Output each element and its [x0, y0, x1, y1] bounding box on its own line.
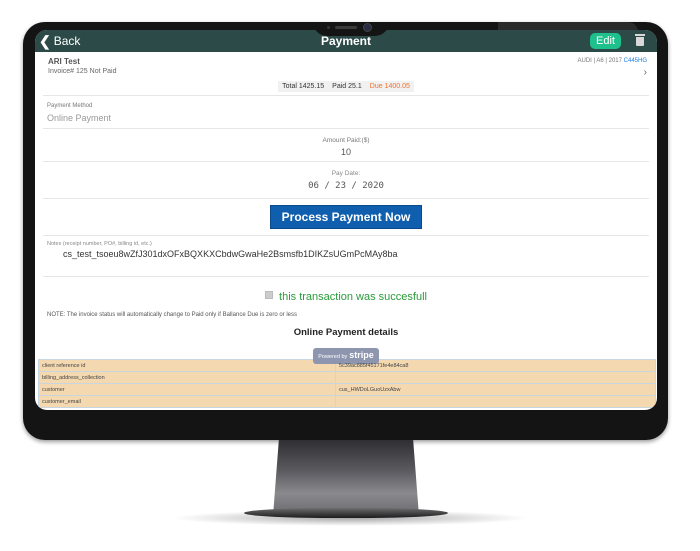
- amount-paid-input[interactable]: 10: [43, 147, 649, 157]
- pay-date-input[interactable]: 06 / 23 / 2020: [43, 181, 649, 191]
- amount-paid-field[interactable]: Amount Paid:($) 10: [43, 129, 649, 162]
- payment-method-label: Payment Method: [47, 103, 93, 109]
- invoice-summary[interactable]: ARI Test Invoice# 125 Not Paid AUDI | A6…: [43, 52, 649, 96]
- checkbox-checked-icon[interactable]: [265, 291, 274, 299]
- detail-value: [335, 395, 656, 408]
- due-amount: Due 1400.05: [365, 81, 414, 92]
- detail-value: 5c39ac885f45171fe4e84ca8: [335, 359, 656, 372]
- process-payment-button[interactable]: Process Payment Now: [269, 205, 423, 229]
- camera-icon: [363, 23, 372, 32]
- stripe-badge-wrap: Powered by stripe: [35, 345, 657, 364]
- payment-method-value[interactable]: Online Payment: [47, 113, 111, 123]
- powered-by-text: Powered by: [318, 354, 348, 360]
- payment-method-field[interactable]: Payment Method Online Payment: [43, 96, 649, 129]
- back-label: Back: [53, 34, 81, 48]
- notes-input[interactable]: cs_test_tsoeu8wZfJ301dxOFxBQXKXCbdwGwaHe…: [63, 249, 397, 259]
- sensor-dot: [327, 26, 330, 29]
- monitor-stand-neck: [273, 440, 419, 516]
- chevron-right-icon[interactable]: ›: [644, 67, 647, 78]
- trash-lid: [635, 34, 645, 36]
- table-row: billing_address_collection: [38, 371, 656, 384]
- pay-date-label: Pay Date:: [331, 170, 361, 177]
- vehicle-info: AUDI | A6 | 2017 C445HG: [578, 58, 648, 64]
- app-screen: ❮ Back Payment Edit ARI Test Invoice# 12…: [35, 30, 657, 410]
- success-status: this transaction was succesfull: [35, 291, 657, 303]
- trash-icon[interactable]: [635, 33, 645, 46]
- speaker-grille: [335, 26, 357, 29]
- detail-value: [335, 371, 656, 384]
- stripe-logo: stripe: [349, 350, 374, 360]
- totals-bar: Total 1425.15 Paid 25.1 Due 1400.05: [43, 81, 649, 92]
- process-section: Process Payment Now: [43, 199, 649, 236]
- detail-key: customer: [38, 383, 336, 396]
- camera-notch: [313, 22, 389, 36]
- amount-paid-label: Amount Paid:($): [322, 137, 370, 144]
- back-button[interactable]: ❮ Back: [35, 34, 80, 48]
- invoice-note: NOTE: The invoice status will automatica…: [47, 312, 298, 318]
- online-payment-details-title: Online Payment details: [293, 327, 399, 338]
- monitor-stand-base: [244, 508, 448, 518]
- payment-details-table: client reference id 5c39ac885f45171fe4e8…: [38, 359, 656, 408]
- pay-date-field[interactable]: Pay Date: 06 / 23 / 2020: [43, 162, 649, 199]
- notes-label: Notes (receipt number, PO#, billing id, …: [47, 241, 152, 247]
- table-row: customer cus_HWDoLGuoUzxAbw: [38, 383, 656, 396]
- edit-button[interactable]: Edit: [590, 33, 621, 49]
- detail-value: cus_HWDoLGuoUzxAbw: [335, 383, 656, 396]
- page-title: Payment: [320, 34, 372, 48]
- success-message: this transaction was succesfull: [279, 291, 427, 303]
- vehicle-text: AUDI | A6 | 2017: [577, 58, 622, 64]
- stripe-badge[interactable]: Powered by stripe: [313, 348, 379, 364]
- detail-key: billing_address_collection: [38, 371, 336, 384]
- detail-key: customer_email: [38, 395, 336, 408]
- vehicle-plate: C445HG: [623, 58, 647, 64]
- detail-key: client reference id: [38, 359, 336, 372]
- trash-body: [636, 37, 644, 46]
- notes-field[interactable]: Notes (receipt number, PO#, billing id, …: [43, 236, 649, 277]
- invoice-status: Invoice# 125 Not Paid: [48, 68, 117, 75]
- total-amount: Total 1425.15: [278, 81, 329, 92]
- paid-amount: Paid 25.1: [328, 81, 366, 92]
- chevron-left-icon: ❮: [39, 33, 51, 49]
- table-row: customer_email: [38, 395, 656, 408]
- customer-name: ARI Test: [48, 57, 80, 66]
